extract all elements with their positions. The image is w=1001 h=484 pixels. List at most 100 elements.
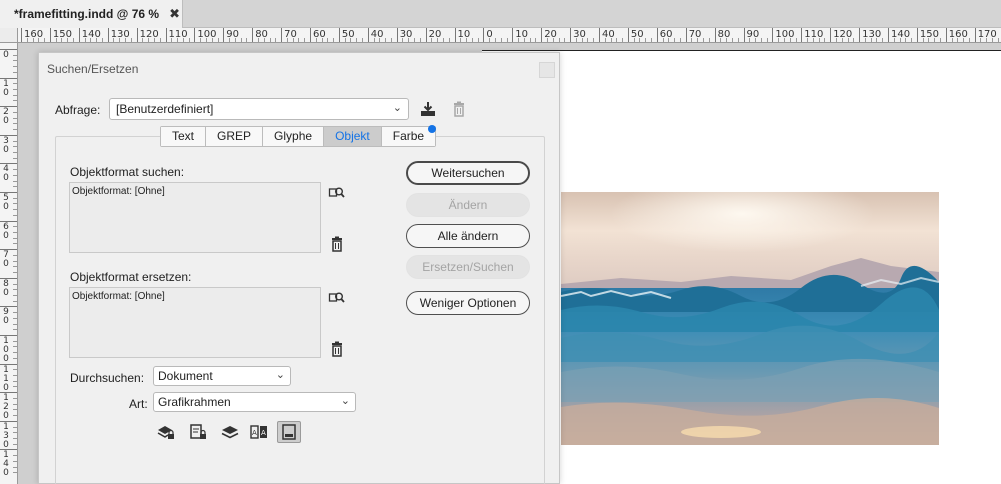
change-format-value: Objektformat: [Ohne]: [72, 291, 165, 302]
ruler-major-tick: [165, 28, 167, 42]
ruler-minor-tick: [298, 38, 300, 42]
ruler-label: 9 0: [3, 307, 9, 327]
ruler-major-tick: [570, 28, 572, 42]
close-icon[interactable]: ✖: [169, 6, 180, 22]
dialog-title: Suchen/Ersetzen: [47, 62, 139, 76]
change-all-button[interactable]: Alle ändern: [406, 224, 530, 248]
ruler-label: 4 0: [3, 164, 9, 184]
tab-text[interactable]: Text: [161, 127, 207, 146]
ruler-minor-tick: [506, 38, 508, 42]
ruler-minor-tick: [13, 375, 17, 377]
clear-change-format-icon[interactable]: [328, 340, 346, 358]
search-scope-select[interactable]: Dokument ⌄: [153, 366, 291, 386]
tab-glyph[interactable]: Glyphe: [263, 127, 325, 146]
ruler-minor-tick: [13, 432, 17, 434]
ruler-minor-tick: [101, 38, 103, 42]
save-query-icon[interactable]: [419, 100, 437, 118]
ruler-minor-tick: [911, 38, 913, 42]
ruler-minor-tick: [477, 38, 479, 42]
find-format-icon[interactable]: [328, 184, 346, 202]
ruler-minor-tick: [853, 38, 855, 42]
ruler-label: 2 0: [3, 107, 9, 127]
ruler-minor-tick: [13, 466, 17, 468]
ruler-minor-tick: [13, 60, 17, 62]
ruler-minor-tick: [731, 38, 733, 42]
ruler-label: 90: [226, 29, 240, 40]
hidden-layers-icon[interactable]: [220, 422, 240, 442]
object-type-select[interactable]: Grafikrahmen ⌄: [153, 392, 356, 412]
find-format-box[interactable]: Objektformat: [Ohne]: [69, 182, 321, 253]
ruler-label: 6 0: [3, 221, 9, 241]
ruler-major-tick: [49, 28, 51, 42]
ruler-major-tick: [78, 28, 80, 42]
ruler-label: 140: [81, 29, 101, 40]
horizontal-ruler[interactable]: 160 150 140 130 120 110 100 90 80 70 60 50 40 30 20 10 0…: [18, 28, 1001, 43]
graphic-frame-image[interactable]: [561, 192, 939, 445]
dialog-close-button[interactable]: [539, 62, 555, 78]
ruler-major-tick: [425, 28, 427, 42]
locked-items-icon[interactable]: [188, 422, 208, 442]
vertical-ruler[interactable]: 01 02 03 04 05 06 07 08 09 01 0 01 1 01 …: [0, 43, 18, 484]
ruler-label: 50: [341, 29, 355, 40]
ruler-minor-tick: [13, 272, 17, 274]
ruler-major-tick: [223, 28, 225, 42]
ruler-label: 70: [688, 29, 702, 40]
ruler-major-tick: [599, 28, 600, 42]
ruler-minor-tick: [414, 38, 416, 42]
locked-layers-icon[interactable]: [156, 422, 176, 442]
find-change-tabs: Text GREP Glyphe Objekt Farbe: [160, 126, 437, 147]
ruler-major-tick: [310, 28, 311, 42]
ruler-major-tick: [743, 28, 745, 42]
ruler-minor-tick: [13, 294, 17, 296]
ruler-minor-tick: [13, 117, 17, 119]
ruler-minor-tick: [13, 232, 17, 234]
change-format-icon[interactable]: [328, 289, 346, 307]
change-find-button[interactable]: Ersetzen/Suchen: [406, 255, 530, 279]
ruler-major-tick: [541, 28, 543, 42]
change-button[interactable]: Ändern: [406, 193, 530, 217]
ruler-label: 110: [168, 29, 188, 40]
ruler-label: 3 0: [3, 135, 9, 155]
ruler-major-tick: [859, 28, 861, 42]
ruler-minor-tick: [737, 38, 739, 42]
ruler-label: 8 0: [3, 278, 9, 298]
ruler-origin[interactable]: [0, 28, 18, 43]
ruler-major-tick: [21, 28, 22, 42]
ruler-minor-tick: [13, 254, 17, 256]
ruler-minor-tick: [494, 38, 496, 42]
footnotes-icon[interactable]: [277, 421, 301, 443]
change-format-box[interactable]: Objektformat: [Ohne]: [69, 287, 321, 358]
ruler-major-tick: [512, 28, 514, 42]
ruler-minor-tick: [13, 409, 17, 411]
ruler-minor-tick: [13, 357, 17, 359]
find-next-button[interactable]: Weitersuchen: [406, 161, 530, 185]
ruler-major-tick: [627, 28, 629, 42]
ruler-minor-tick: [679, 38, 681, 42]
document-tab-title[interactable]: *framefitting.indd @ 76 %: [14, 7, 159, 21]
ruler-major-tick: [107, 28, 109, 42]
ruler-minor-tick: [564, 38, 566, 42]
ruler-major-tick: [252, 28, 254, 42]
ruler-minor-tick: [13, 100, 17, 102]
ruler-label: 20: [428, 29, 442, 40]
ruler-minor-tick: [13, 243, 17, 245]
ruler-minor-tick: [13, 403, 17, 405]
tab-object[interactable]: Objekt: [324, 127, 382, 146]
fewer-options-button[interactable]: Weniger Optionen: [406, 291, 530, 315]
ruler-minor-tick: [188, 38, 190, 42]
ruler-minor-tick: [13, 300, 17, 302]
ruler-label: 10: [515, 29, 529, 40]
ruler-label: 120: [833, 29, 853, 40]
query-select[interactable]: [Benutzerdefiniert] ⌄: [109, 98, 409, 120]
ruler-minor-tick: [73, 38, 75, 42]
ruler-label: 1 0 0: [3, 336, 9, 364]
document-tab[interactable]: *framefitting.indd @ 76 % ✖: [0, 0, 183, 28]
tab-grep[interactable]: GREP: [206, 127, 264, 146]
ruler-minor-tick: [356, 38, 358, 42]
delete-query-icon[interactable]: [450, 100, 468, 118]
master-pages-icon[interactable]: AA: [249, 422, 269, 442]
query-label: Abfrage:: [55, 103, 101, 117]
ruler-minor-tick: [13, 83, 17, 85]
clear-find-format-icon[interactable]: [328, 235, 346, 253]
ruler-minor-tick: [13, 323, 17, 325]
